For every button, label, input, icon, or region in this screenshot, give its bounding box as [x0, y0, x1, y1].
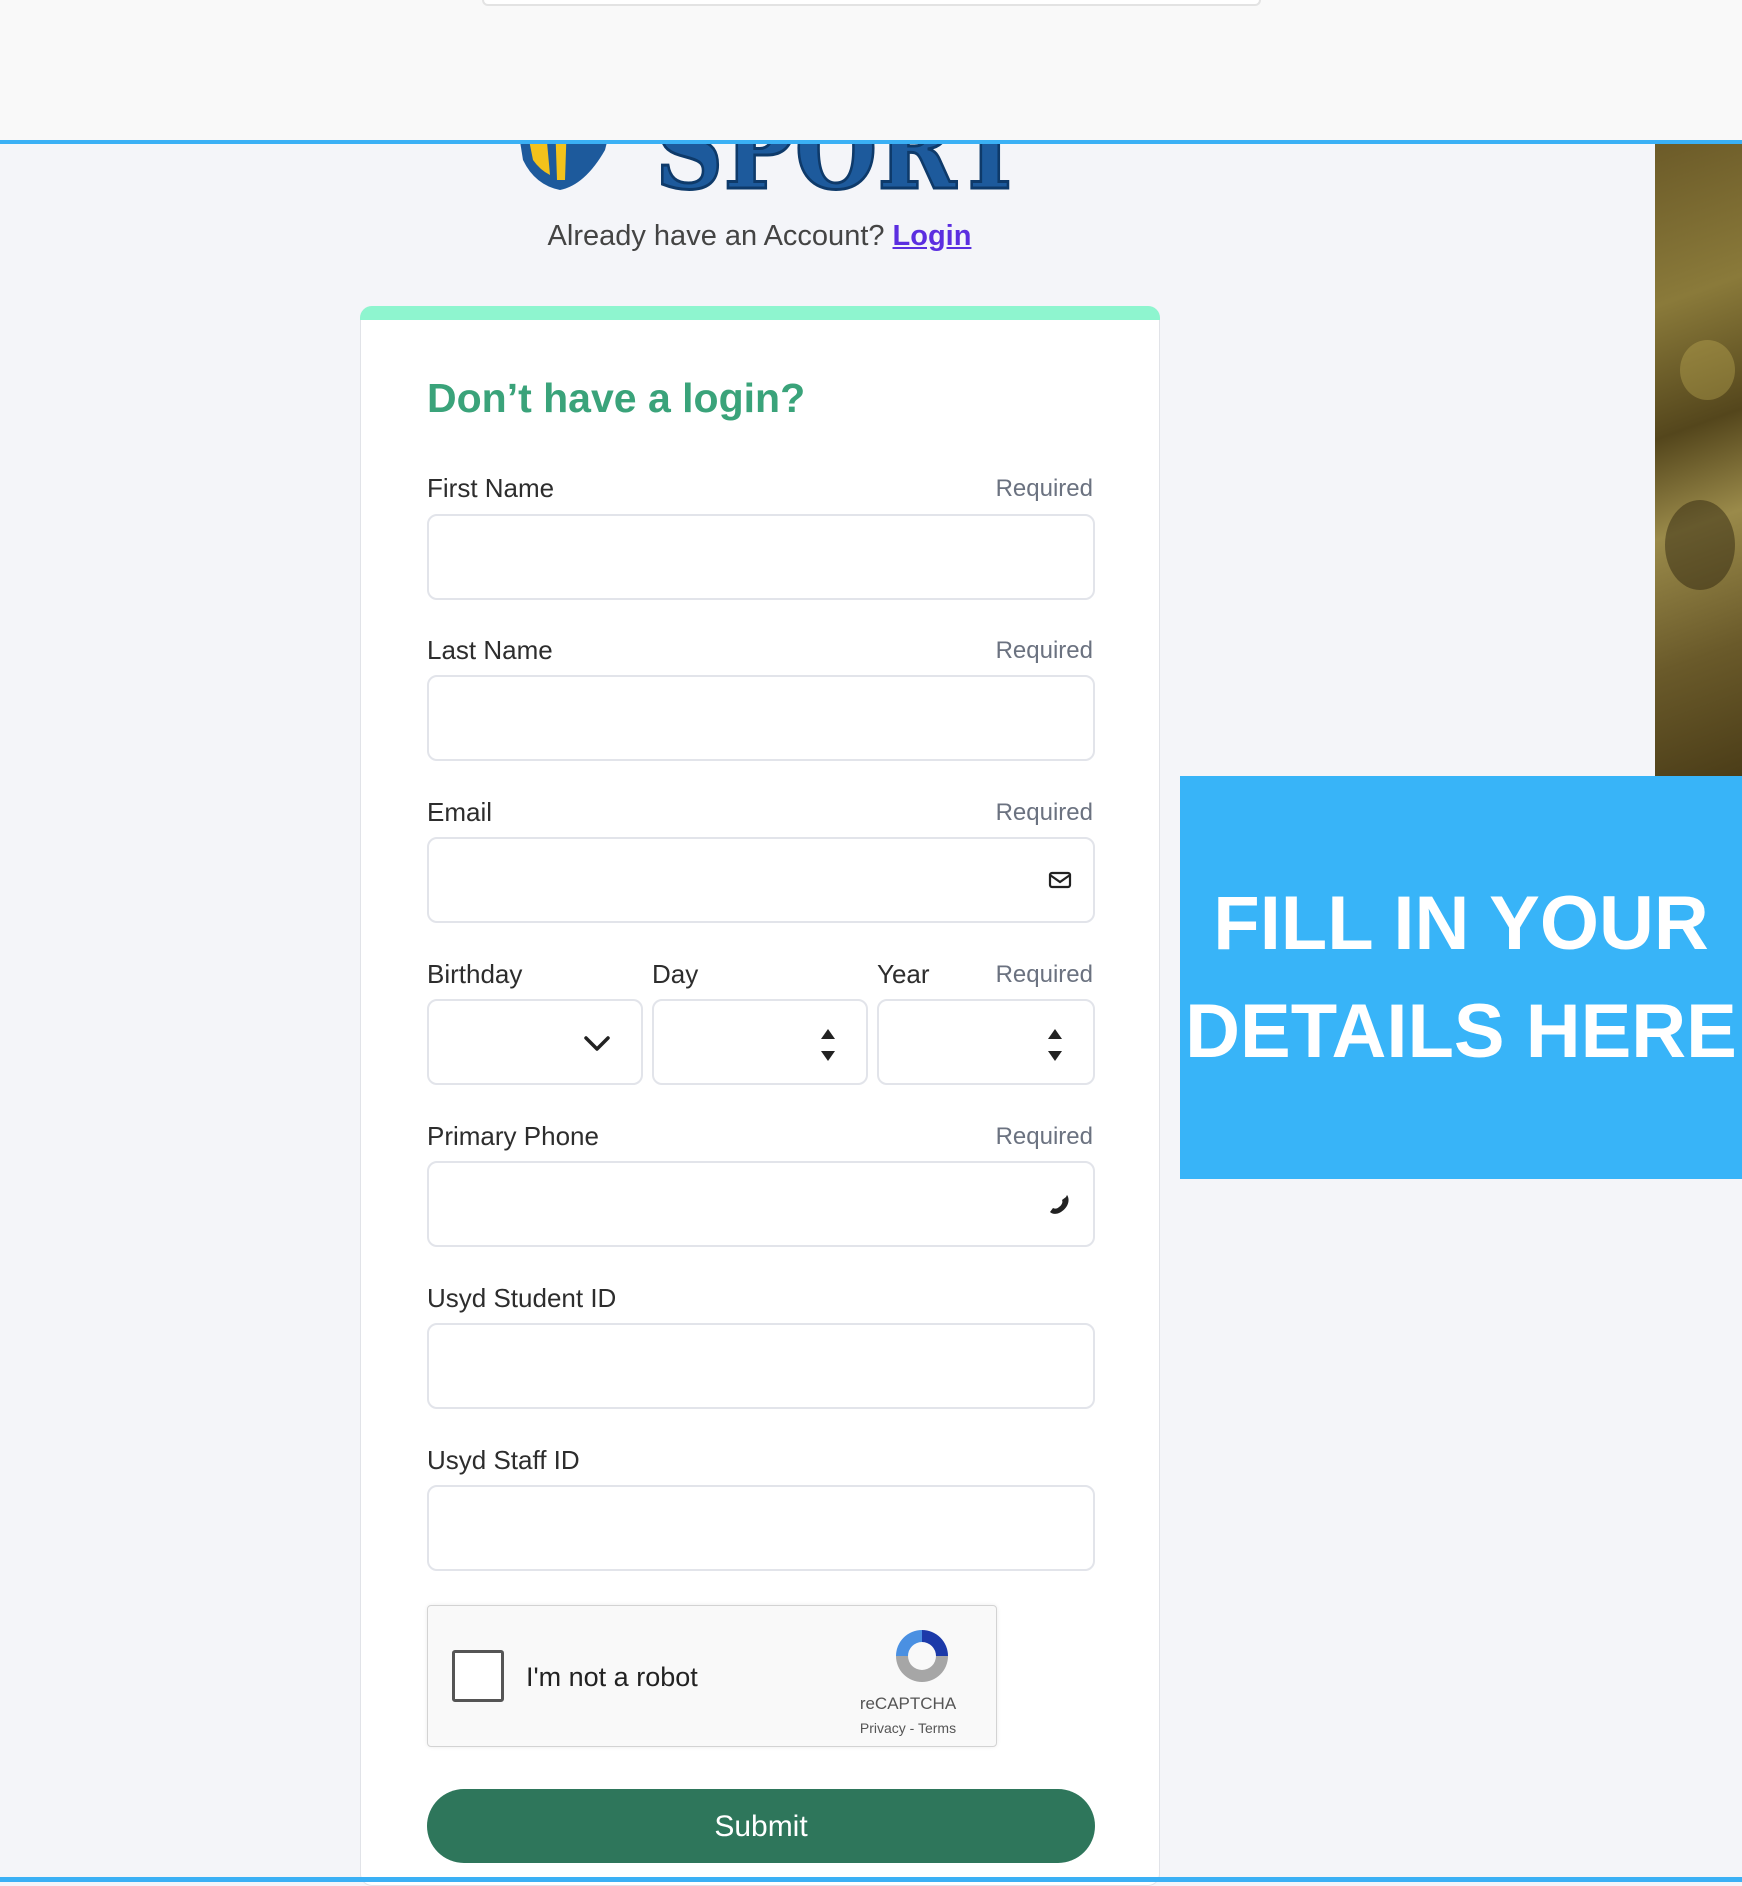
birthday-required: Required	[995, 961, 1093, 988]
banner-line-2: DETAILS HERE	[1185, 988, 1737, 1074]
birthday-month-select[interactable]	[427, 999, 643, 1085]
signup-card: Don’t have a login? First Name Required …	[360, 306, 1160, 1886]
student-id-input[interactable]	[427, 1323, 1095, 1409]
primary-phone-label: Primary Phone	[427, 1121, 599, 1151]
recaptcha-text: I'm not a robot	[526, 1662, 698, 1692]
first-name-input[interactable]	[427, 514, 1095, 600]
last-name-required: Required	[995, 637, 1093, 664]
stepper-arrows-icon	[821, 1029, 835, 1061]
year-label: Year	[877, 959, 930, 989]
last-name-label: Last Name	[427, 635, 553, 665]
submit-button[interactable]: Submit	[427, 1789, 1095, 1863]
stepper-arrows-icon	[1048, 1029, 1062, 1061]
envelope-icon	[1048, 871, 1072, 889]
banner-line-1: FILL IN YOUR	[1213, 880, 1709, 966]
primary-phone-input[interactable]	[427, 1161, 1095, 1247]
card-accent-bar	[360, 306, 1160, 320]
staff-id-label: Usyd Staff ID	[427, 1445, 580, 1475]
recaptcha-checkbox[interactable]	[452, 1650, 504, 1702]
lion-photo	[1655, 140, 1742, 776]
day-label: Day	[652, 959, 699, 989]
email-input[interactable]	[427, 837, 1095, 923]
first-name-required: Required	[995, 475, 1093, 502]
recaptcha-widget: I'm not a robot reCAPTCHA Privacy - Term…	[427, 1605, 997, 1747]
last-name-input[interactable]	[427, 675, 1095, 761]
search-bar[interactable]	[482, 0, 1261, 6]
email-label: Email	[427, 797, 493, 827]
student-id-label: Usyd Student ID	[427, 1283, 617, 1313]
first-name-label: First Name	[427, 473, 555, 503]
phone-icon	[1050, 1195, 1069, 1214]
form-title: Don’t have a login?	[427, 375, 806, 421]
staff-id-input[interactable]	[427, 1485, 1095, 1571]
bottom-border	[0, 1877, 1742, 1882]
login-link[interactable]: Login	[893, 220, 972, 252]
birthday-day-stepper[interactable]	[652, 999, 868, 1085]
recaptcha-links[interactable]: Privacy - Terms	[828, 1720, 988, 1736]
recaptcha-brand: reCAPTCHA	[859, 1694, 957, 1713]
top-bar	[0, 0, 1742, 144]
birthday-label: Birthday	[427, 959, 523, 989]
primary-phone-required: Required	[995, 1123, 1093, 1150]
birthday-year-stepper[interactable]	[877, 999, 1095, 1085]
chevron-down-icon	[584, 1036, 610, 1051]
instruction-banner: FILL IN YOUR DETAILS HERE	[1180, 776, 1742, 1179]
account-prompt-text: Already have an Account?	[547, 220, 885, 252]
email-required: Required	[995, 799, 1093, 826]
recaptcha-icon	[896, 1630, 948, 1682]
account-prompt: Already have an Account? Login	[0, 220, 1519, 253]
